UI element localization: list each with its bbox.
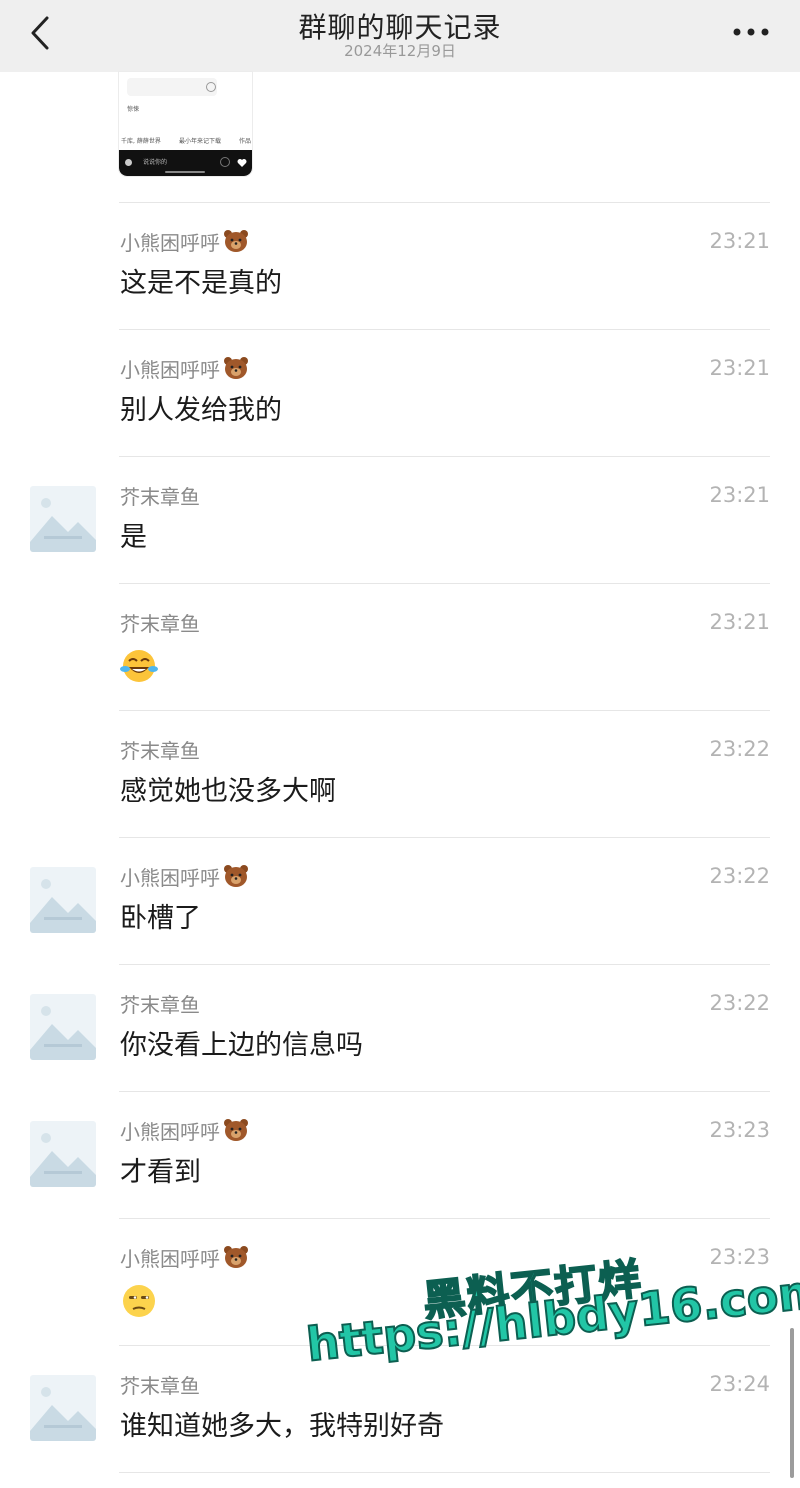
- sender-label: 小熊困呼呼: [120, 865, 220, 890]
- avatar[interactable]: [30, 1121, 96, 1187]
- sender-label: 小熊困呼呼: [120, 357, 220, 382]
- sender-name: 芥末章鱼: [120, 992, 200, 1017]
- message-time: 23:21: [709, 610, 770, 634]
- placeholder-image-icon: [30, 867, 96, 933]
- thumb-icon: [220, 157, 230, 167]
- message-item[interactable]: 芥末章鱼 23:21 是: [0, 456, 800, 583]
- shared-image-thumbnail[interactable]: 惊悚 千库, 薛薛世界 最小年来记下载 作品 说说你的: [119, 72, 252, 176]
- tears-of-joy-emoji-icon: [120, 647, 158, 685]
- placeholder-image-icon: [30, 994, 96, 1060]
- message-text: 感觉她也没多大啊: [120, 776, 336, 807]
- message-item[interactable]: 芥末章鱼 23:22 你没看上边的信息吗: [0, 964, 800, 1091]
- unamused-face-emoji-icon: [120, 1282, 158, 1320]
- sender-name: 小熊困呼呼: [120, 226, 249, 256]
- sender-name: 小熊困呼呼: [120, 353, 249, 383]
- top-bar: 群聊的聊天记录 2024年12月9日: [0, 0, 800, 72]
- message-time: 23:21: [709, 483, 770, 507]
- sender-name: 小熊困呼呼: [120, 1242, 249, 1272]
- placeholder-image-icon: [30, 486, 96, 552]
- sender-name: 芥末章鱼: [120, 1373, 200, 1398]
- message-item[interactable]: 小熊困呼呼 23:21 这是不是真的: [0, 202, 800, 329]
- bear-emoji-icon: [224, 1246, 248, 1268]
- sender-label: 小熊困呼呼: [120, 1246, 220, 1271]
- heart-icon: [237, 159, 247, 167]
- message-text: 是: [120, 522, 147, 553]
- thumb-text: 最小年来记下载: [179, 138, 222, 145]
- avatar[interactable]: [30, 867, 96, 933]
- thumb-text: 惊悚: [127, 106, 140, 113]
- message-item[interactable]: 小熊困呼呼 23:21 别人发给我的: [0, 329, 800, 456]
- message-time: 23:22: [709, 737, 770, 761]
- sender-label: 小熊困呼呼: [120, 1119, 220, 1144]
- message-text: 这是不是真的: [120, 268, 282, 299]
- sender-label: 小熊困呼呼: [120, 230, 220, 255]
- message-text: 别人发给我的: [120, 395, 282, 426]
- sender-name: 小熊困呼呼: [120, 1115, 249, 1145]
- thumb-bottom-bar: 说说你的: [119, 150, 252, 176]
- message-time: 23:23: [709, 1245, 770, 1269]
- thumb-bar-text: 说说你的: [143, 159, 168, 166]
- avatar[interactable]: [30, 994, 96, 1060]
- sender-name: 芥末章鱼: [120, 738, 200, 763]
- more-dots-icon: [733, 28, 769, 36]
- thumb-text: 千库, 薛薛世界: [121, 138, 161, 145]
- placeholder-image-icon: [30, 1121, 96, 1187]
- message-item[interactable]: 芥末章鱼 23:24 谁知道她多大，我特别好奇: [0, 1345, 800, 1472]
- sender-name: 芥末章鱼: [120, 611, 200, 636]
- page-date: 2024年12月9日: [344, 42, 456, 60]
- message-time: 23:21: [709, 229, 770, 253]
- thumb-icon: [206, 82, 216, 92]
- thumb-home-indicator: [165, 171, 205, 173]
- message-item[interactable]: 芥末章鱼 23:21: [0, 583, 800, 710]
- message-time: 23:21: [709, 356, 770, 380]
- sender-name: 小熊困呼呼: [120, 861, 249, 891]
- message-time: 23:22: [709, 991, 770, 1015]
- sender-name: 芥末章鱼: [120, 484, 200, 509]
- avatar[interactable]: [30, 486, 96, 552]
- more-button[interactable]: [726, 14, 776, 50]
- divider: [119, 1472, 770, 1473]
- thumb-avatar-icon: [125, 159, 132, 166]
- thumb-input-box: [127, 78, 217, 96]
- message-item[interactable]: 小熊困呼呼 23:23 才看到: [0, 1091, 800, 1218]
- message-item[interactable]: 芥末章鱼 23:22 感觉她也没多大啊: [0, 710, 800, 837]
- bear-emoji-icon: [224, 230, 248, 252]
- message-time: 23:22: [709, 864, 770, 888]
- message-text: 谁知道她多大，我特别好奇: [120, 1411, 444, 1442]
- scrollbar[interactable]: [790, 1328, 794, 1478]
- placeholder-image-icon: [30, 1375, 96, 1441]
- bear-emoji-icon: [224, 357, 248, 379]
- message-text: 你没看上边的信息吗: [120, 1030, 363, 1061]
- avatar[interactable]: [30, 1375, 96, 1441]
- thumb-text: 作品: [239, 138, 252, 145]
- message-item[interactable]: 小熊困呼呼 23:22 卧槽了: [0, 837, 800, 964]
- message-time: 23:23: [709, 1118, 770, 1142]
- message-text: 卧槽了: [120, 903, 201, 934]
- bear-emoji-icon: [224, 1119, 248, 1141]
- bear-emoji-icon: [224, 865, 248, 887]
- message-time: 23:24: [709, 1372, 770, 1396]
- message-text: 才看到: [120, 1157, 201, 1188]
